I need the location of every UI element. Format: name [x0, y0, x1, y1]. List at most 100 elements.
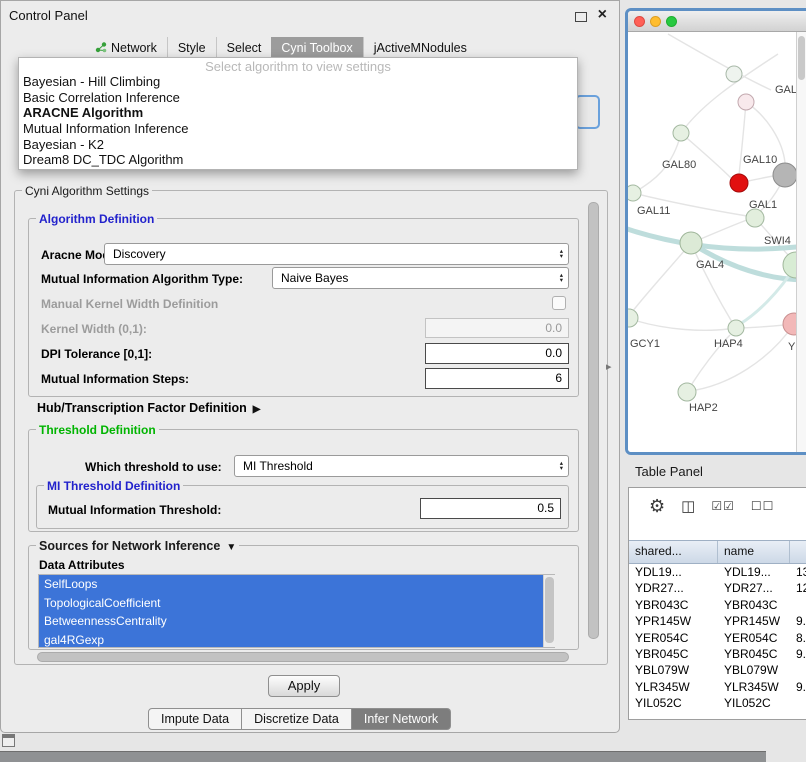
tab-style[interactable]: Style [167, 37, 216, 59]
network-node[interactable] [773, 163, 797, 187]
select-checked-icon[interactable]: ☑☑ [711, 499, 735, 513]
aracne-mode-value: Discovery [113, 247, 166, 261]
manual-kernel-label: Manual Kernel Width Definition [41, 297, 218, 311]
algorithm-option-mutual-information-inference[interactable]: Mutual Information Inference [19, 121, 577, 137]
node-label: GAL80 [662, 159, 696, 171]
table-cell: 8. [790, 630, 806, 646]
network-scrollbar-track[interactable] [796, 32, 806, 453]
table-row[interactable]: YBR045CYBR045C9. [629, 646, 806, 662]
which-threshold-combo[interactable]: MI Threshold ▴▾ [234, 455, 569, 477]
network-node[interactable] [726, 66, 742, 82]
bottom-tab-infer-network[interactable]: Infer Network [352, 708, 451, 730]
table-row[interactable]: YBL079WYBL079W [629, 662, 806, 678]
float-window-icon[interactable] [575, 12, 587, 22]
network-canvas[interactable]: GALGAL80GAL10GAL11GAL1SWI4GAL4GCY1HAP4HA… [628, 32, 806, 453]
table-row[interactable]: YBR043CYBR043C [629, 597, 806, 613]
network-scrollbar-thumb[interactable] [798, 36, 805, 80]
sources-label: Sources for Network Inference [39, 539, 220, 553]
mi-threshold-field[interactable]: 0.5 [420, 498, 561, 519]
table-panel-window: ⚙ ◫ ☑☑ ☐☐ shared... name YDL19...YDL19..… [628, 487, 806, 720]
gear-icon[interactable]: ⚙ [649, 496, 665, 517]
sources-toggle[interactable]: Sources for Network Inference▼ [36, 539, 239, 553]
table-cell: YDL19... [718, 564, 790, 580]
hub-definition-toggle[interactable]: Hub/Transcription Factor Definition▶ [37, 401, 260, 415]
network-node[interactable] [738, 94, 754, 110]
bottom-tab-discretize-data[interactable]: Discretize Data [242, 708, 352, 730]
zoom-traffic-light-icon[interactable] [666, 16, 677, 27]
hub-definition-label: Hub/Transcription Factor Definition [37, 401, 247, 415]
algorithm-option-basic-correlation-inference[interactable]: Basic Correlation Inference [19, 90, 577, 106]
network-node[interactable] [730, 174, 748, 192]
kernel-width-field[interactable]: 0.0 [425, 318, 569, 338]
apply-button[interactable]: Apply [268, 675, 340, 697]
network-window-titlebar[interactable] [628, 11, 806, 32]
network-node[interactable] [746, 209, 764, 227]
table-row[interactable]: YLR345WYLR345W9. [629, 679, 806, 695]
data-attributes-list[interactable]: SelfLoopsTopologicalCoefficientBetweenne… [38, 574, 555, 648]
combo-arrows-icon: ▴▾ [560, 461, 563, 471]
data-attribute-item[interactable]: BetweennessCentrality [39, 612, 554, 631]
columns-icon[interactable]: ◫ [681, 497, 695, 515]
algorithm-dropdown-popup: Select algorithm to view settings Bayesi… [18, 57, 578, 170]
tab-label: Select [227, 41, 262, 55]
settings-horizontal-scrollbar[interactable] [37, 652, 569, 662]
algorithm-option-dream8-dc-tdc-algorithm[interactable]: Dream8 DC_TDC Algorithm [19, 152, 577, 168]
dpi-tolerance-field[interactable]: 0.0 [425, 343, 569, 364]
aracne-mode-combo[interactable]: Discovery ▴▾ [104, 243, 569, 265]
data-attribute-item[interactable]: gal4RGexp [39, 631, 554, 648]
column-header-cutoff[interactable] [790, 541, 806, 563]
data-attribute-item[interactable]: TopologicalCoefficient [39, 594, 554, 613]
table-header: shared... name [629, 540, 806, 564]
list-scrollbar-thumb[interactable] [545, 577, 554, 643]
table-cell: 13 [790, 564, 806, 580]
minimize-traffic-light-icon[interactable] [650, 16, 661, 27]
table-cell: YBL079W [629, 662, 718, 678]
tab-jactivemnodules[interactable]: jActiveMNodules [363, 37, 477, 59]
network-node[interactable] [628, 309, 638, 327]
table-cell: YBR043C [718, 597, 790, 613]
table-cell: YLR345W [629, 679, 718, 695]
table-row[interactable]: YDL19...YDL19...13 [629, 564, 806, 580]
algorithm-dropdown-list: Bayesian - Hill ClimbingBasic Correlatio… [19, 74, 577, 168]
algorithm-option-bayesian-k2[interactable]: Bayesian - K2 [19, 137, 577, 153]
node-label: GAL4 [696, 259, 724, 271]
bottom-tab-impute-data[interactable]: Impute Data [148, 708, 242, 730]
network-node[interactable] [678, 383, 696, 401]
network-node[interactable] [673, 125, 689, 141]
table-cell: 9. [790, 646, 806, 662]
dpi-tolerance-label: DPI Tolerance [0,1]: [41, 347, 152, 361]
close-traffic-light-icon[interactable] [634, 16, 645, 27]
minimized-panel-icon[interactable] [2, 734, 15, 747]
mi-threshold-legend: MI Threshold Definition [44, 479, 183, 493]
close-icon[interactable]: × [598, 6, 607, 24]
table-row[interactable]: YER054CYER054C8. [629, 630, 806, 646]
column-header-name[interactable]: name [718, 541, 790, 563]
network-node[interactable] [628, 185, 641, 201]
mi-steps-field[interactable]: 6 [425, 368, 569, 389]
network-node[interactable] [728, 320, 744, 336]
algorithm-option-bayesian-hill-climbing[interactable]: Bayesian - Hill Climbing [19, 74, 577, 90]
algorithm-option-aracne-algorithm[interactable]: ARACNE Algorithm [19, 105, 577, 121]
mi-type-combo[interactable]: Naive Bayes ▴▾ [272, 267, 569, 289]
control-panel-titlebar[interactable]: Control Panel × [1, 1, 619, 31]
panel-divider-arrow-icon[interactable]: ▸ [606, 360, 612, 373]
which-threshold-label: Which threshold to use: [85, 460, 222, 474]
desktop: Control Panel × NetworkStyle Select Cyni T… [0, 0, 806, 762]
network-node[interactable] [680, 232, 702, 254]
table-cell: YLR345W [718, 679, 790, 695]
algorithm-refresh-button[interactable] [575, 95, 600, 129]
table-row[interactable]: YPR145WYPR145W9. [629, 613, 806, 629]
manual-kernel-checkbox[interactable] [552, 296, 566, 310]
settings-vertical-scrollbar[interactable] [588, 202, 599, 639]
table-cell: YDR27... [718, 580, 790, 596]
mi-type-value: Naive Bayes [281, 271, 348, 285]
mi-threshold-label: Mutual Information Threshold: [48, 503, 221, 517]
table-row[interactable]: YIL052CYIL052C [629, 695, 806, 711]
tab-select[interactable]: Select [216, 37, 272, 59]
data-attribute-item[interactable]: SelfLoops [39, 575, 554, 594]
select-unchecked-icon[interactable]: ☐☐ [751, 499, 775, 513]
tab-cyni-toolbox[interactable]: Cyni Toolbox [271, 37, 362, 59]
table-row[interactable]: YDR27...YDR27...12 [629, 580, 806, 596]
column-header-shared-name[interactable]: shared... [629, 541, 718, 563]
tab-network[interactable]: Network [85, 37, 167, 59]
